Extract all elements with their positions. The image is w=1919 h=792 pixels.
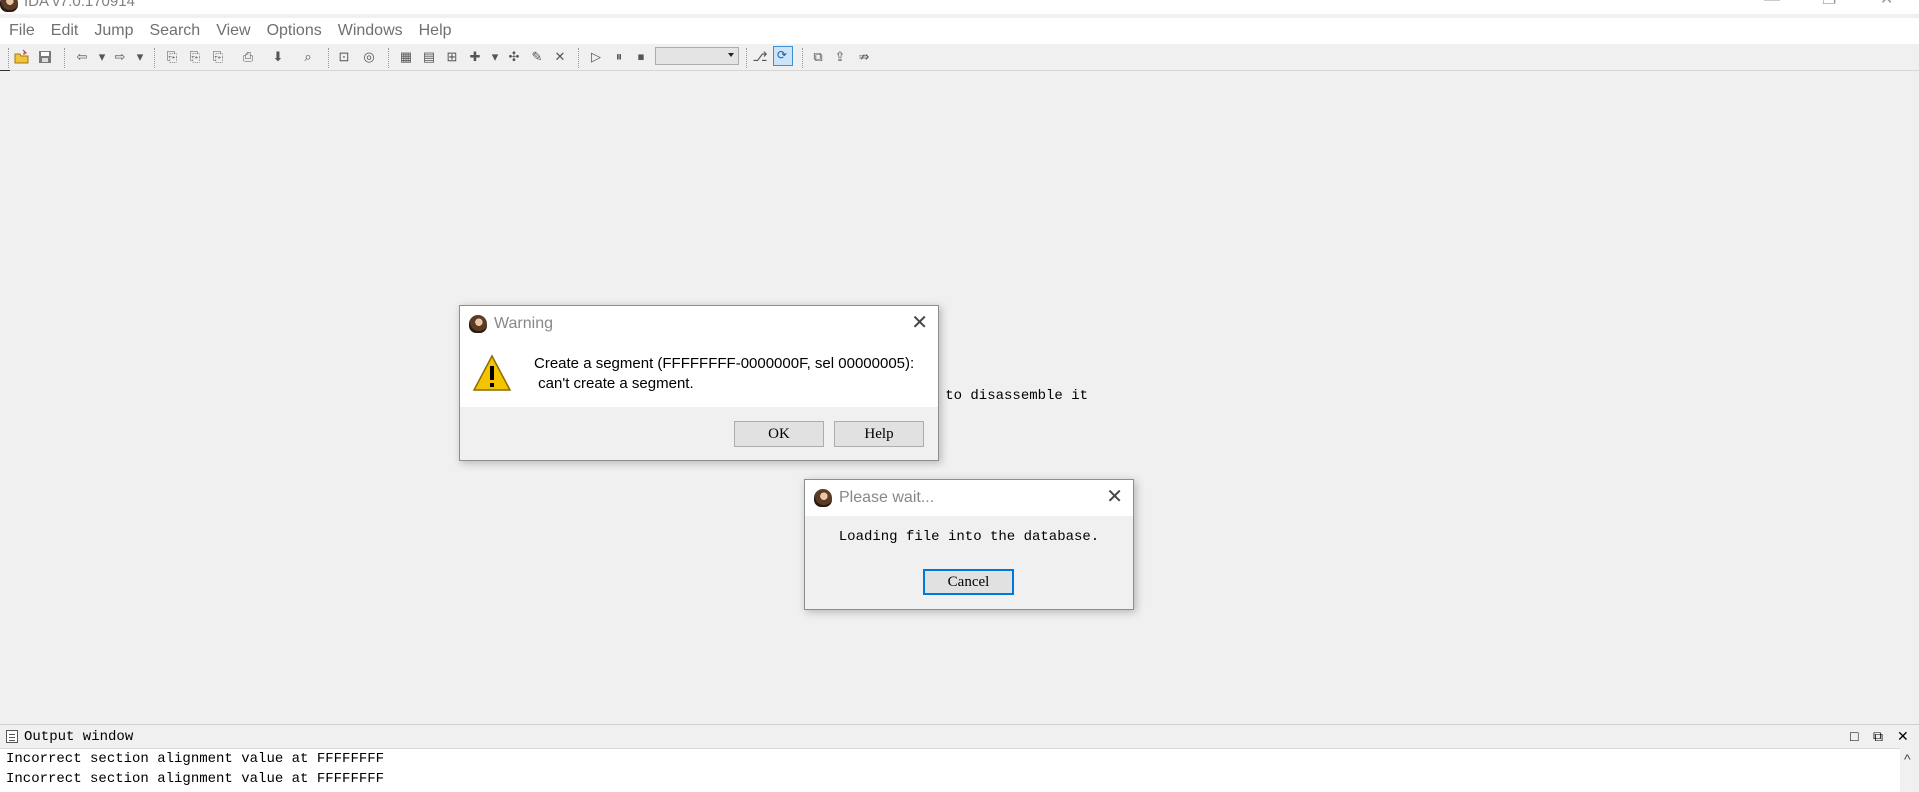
toolbar-separator [328,48,330,68]
menu-windows[interactable]: Windows [330,18,411,44]
help-button[interactable]: Help [834,421,924,447]
output-window-log[interactable]: Incorrect section alignment value at FFF… [0,748,1900,792]
wait-dialog-title: Please wait... [839,489,935,506]
cancel-button[interactable]: Cancel [923,569,1014,595]
toolbar-separator [154,48,156,68]
restore-button[interactable]: ❐ [1822,0,1836,8]
warning-dialog-title: Warning [494,315,553,332]
warning-message-line2: can't create a segment. [534,375,694,392]
search-next-icon[interactable]: ⎙ [240,49,256,65]
toolbar-separator [8,48,10,68]
back-dropdown-icon[interactable]: ▾ [94,49,110,65]
search-binary-icon[interactable]: ⎘ [187,49,203,65]
menu-edit[interactable]: Edit [43,18,87,44]
menu-jump[interactable]: Jump [86,18,141,44]
toolbar: ⇦ ▾ ⇨ ▾ ⎘ ⎘ ⎘ ⎙ ⬇ ⌕ ⊡ ◎ ▦ ▤ ⊞ ✚ ▾ ✣ ✎ ✕ … [0,44,1919,71]
ok-button[interactable]: OK [734,421,824,447]
segments-icon[interactable]: ▦ [398,49,414,65]
main-area-marker [0,70,10,71]
window-title: IDA v7.0.170914 [24,0,135,10]
script-toggle-icon: ⟳ [777,48,788,62]
start-debugger-icon[interactable]: ▷ [588,49,604,65]
warning-dialog: Warning ✕ Create a segment (FFFFFFFF-000… [459,305,939,461]
search-immediate-icon[interactable]: ⎘ [210,49,226,65]
breakpoint-list-icon[interactable]: ⧉ [810,49,826,65]
back-arrow-icon[interactable]: ⇦ [74,49,90,65]
forward-arrow-icon[interactable]: ⇨ [112,49,128,65]
warning-dialog-titlebar: Warning ✕ [460,306,938,342]
menu-bar: File Edit Jump Search View Options Windo… [0,18,1919,44]
search-code-icon[interactable]: ⌕ [300,49,316,65]
scroll-up-arrow[interactable]: ^ [1904,752,1911,766]
log-line: Incorrect section alignment value at FFF… [6,751,385,767]
debugger-select[interactable] [655,47,739,65]
warning-message-line1: Create a segment (FFFFFFFF-0000000F, sel… [534,355,915,372]
toolbar-separator [388,48,390,68]
wait-dialog-close-button[interactable]: ✕ [1106,486,1123,508]
forward-dropdown-icon[interactable]: ▾ [132,49,148,65]
log-line: Incorrect section alignment value at FFF… [6,771,385,787]
warning-dialog-close-button[interactable]: ✕ [911,312,928,334]
add-dropdown-icon[interactable]: ▾ [487,49,503,65]
pause-debugger-icon[interactable]: ⏸ [611,49,627,65]
open-folder-icon[interactable] [14,49,30,65]
ida-logo-icon [814,489,832,507]
toolbar-separator [578,48,580,68]
search-text-icon[interactable]: ⎘ [164,49,180,65]
toolbar-separator [746,48,748,68]
output-float-button[interactable]: ⧉ [1873,728,1883,744]
warning-triangle-icon [472,354,512,391]
stop-debugger-icon[interactable]: ⏹ [633,49,649,65]
minimize-button[interactable]: — [1764,0,1780,8]
delete-icon[interactable]: ✕ [552,49,568,65]
output-maximize-button[interactable]: □ [1850,728,1858,744]
output-close-button[interactable]: ✕ [1897,728,1909,744]
chevron-down-icon [728,53,734,57]
toolbar-separator [802,48,804,68]
jump-down-icon[interactable]: ⬇ [270,49,286,65]
please-wait-dialog: Please wait... ✕ Loading file into the d… [804,479,1134,610]
graph-view-icon[interactable]: ⊡ [336,49,352,65]
menu-help[interactable]: Help [411,18,460,44]
zoom-icon[interactable]: ◎ [361,49,377,65]
close-button[interactable]: ✕ [1880,0,1893,8]
background-hint-text: re to disassemble it [920,388,1089,404]
menu-view[interactable]: View [208,18,258,44]
menu-search[interactable]: Search [141,18,208,44]
enums-icon[interactable]: ⊞ [444,49,460,65]
output-window-titlebar: Output window □ ⧉ ✕ [0,724,1919,749]
structures-icon[interactable]: ▤ [421,49,437,65]
add-breakpoint-icon[interactable]: ⇪ [832,49,848,65]
ida-logo-icon [469,315,487,333]
ida-logo-icon [0,0,18,12]
patch-icon[interactable]: ✣ [506,49,522,65]
menu-file[interactable]: File [0,18,43,44]
menu-options[interactable]: Options [259,18,330,44]
warning-dialog-body: Create a segment (FFFFFFFF-0000000F, sel… [460,342,938,407]
output-window-icon [6,730,18,743]
toolbar-separator [64,48,66,68]
output-window-title: Output window [24,729,134,745]
script-toggle-button[interactable]: ⟳ [773,46,793,66]
edit-function-icon[interactable]: ✎ [529,49,545,65]
save-icon[interactable] [37,49,53,65]
wait-dialog-titlebar: Please wait... ✕ [805,480,1133,516]
add-entry-icon[interactable]: ✚ [467,49,483,65]
delete-breakpoint-icon[interactable]: ⇏ [856,49,872,65]
run-script-icon[interactable]: ⎇ [752,49,768,65]
title-bar: IDA v7.0.170914 — ❐ ✕ [0,0,1919,14]
loading-message: Loading file into the database. [838,529,1100,545]
